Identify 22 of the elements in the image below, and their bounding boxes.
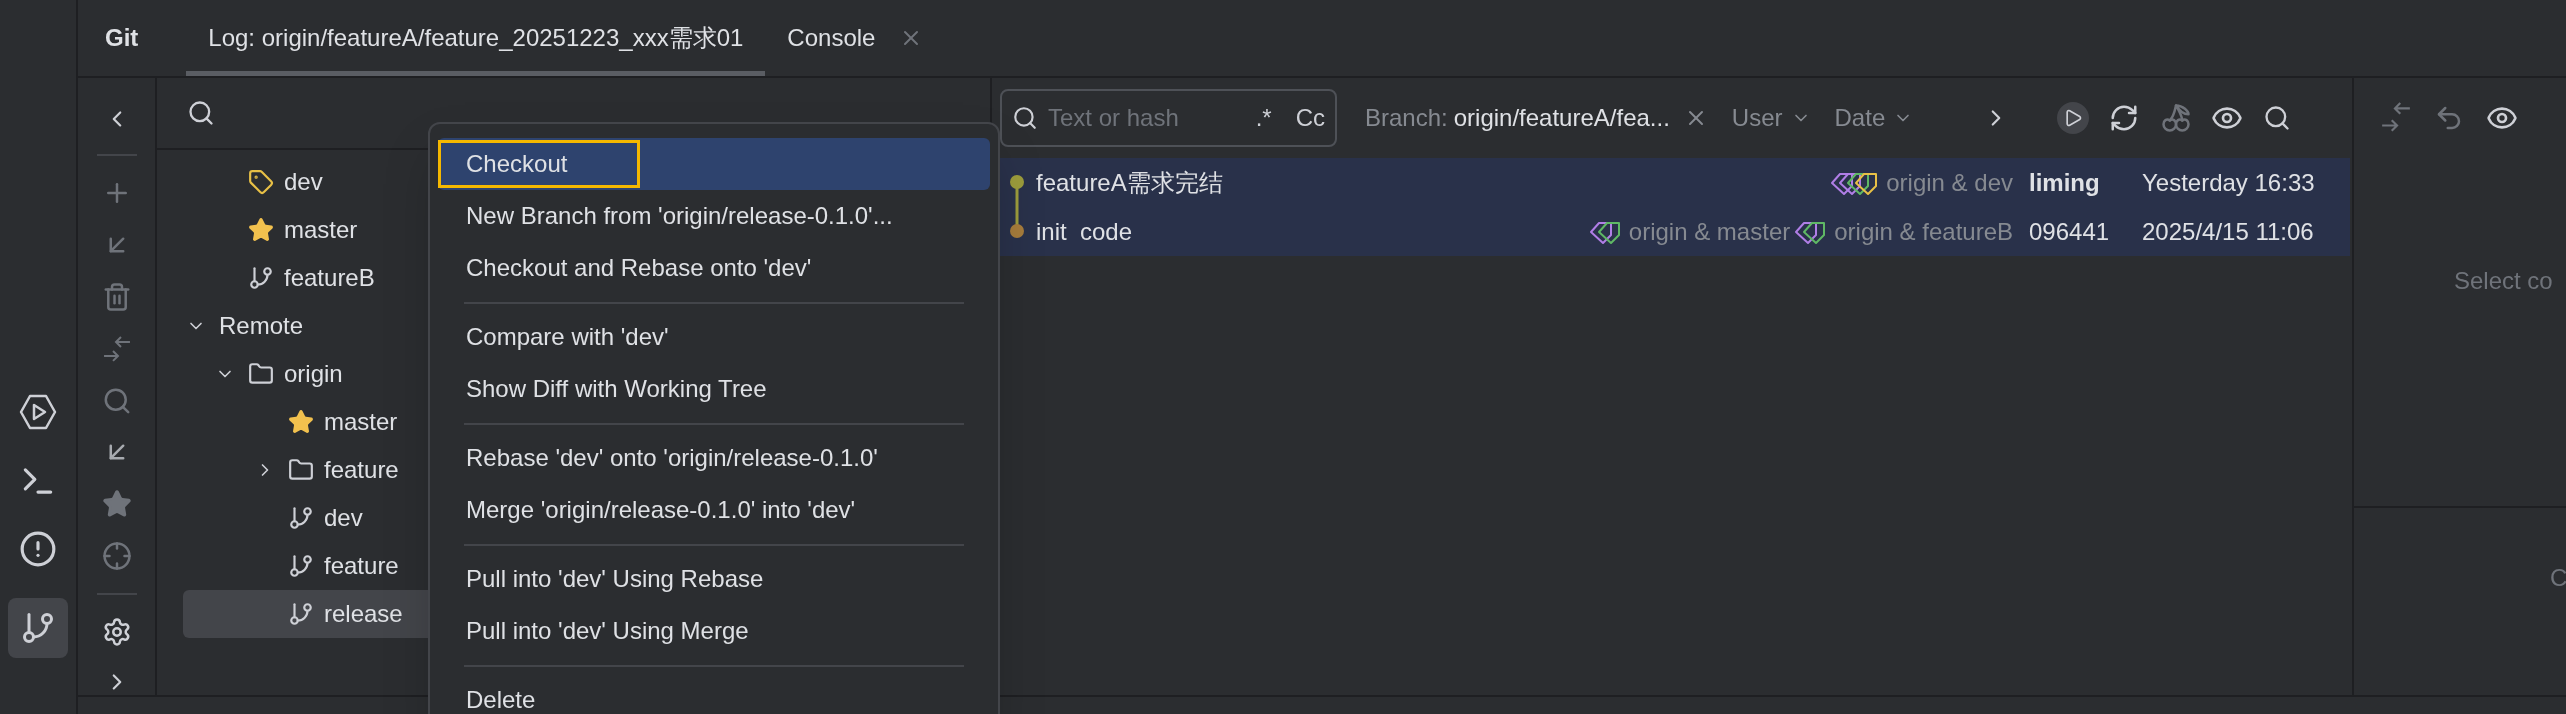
commit-message: featureA需求完结 — [1035, 167, 1224, 198]
commit-message: init code — [1035, 216, 1134, 247]
branch-label: release — [324, 599, 403, 629]
empty-message: Select co — [2454, 267, 2553, 294]
commit-date: Yesterday 16:33 — [2141, 167, 2316, 198]
commit-author: 096441 — [2028, 216, 2111, 247]
branch-label: feature — [324, 455, 399, 485]
branch-label: dev — [324, 503, 363, 533]
empty-message: C — [2550, 564, 2566, 591]
branch-label: dev — [284, 167, 323, 197]
branch-label: Remote — [219, 311, 304, 341]
ref-label: origin & featureB — [1834, 216, 2013, 247]
branch-label: origin — [284, 359, 343, 389]
panel-title: Git — [105, 23, 139, 53]
branch-label: master — [324, 407, 398, 437]
commit-date: 2025/4/15 11:06 — [2141, 216, 2315, 247]
branch-label: featureB — [284, 263, 375, 293]
branch-label: feature — [324, 551, 399, 581]
branch-label: master — [284, 215, 358, 245]
ref-label: origin & master — [1628, 216, 1791, 247]
ref-label: origin & dev — [1886, 167, 2013, 198]
commit-author: liming — [2028, 167, 2101, 198]
